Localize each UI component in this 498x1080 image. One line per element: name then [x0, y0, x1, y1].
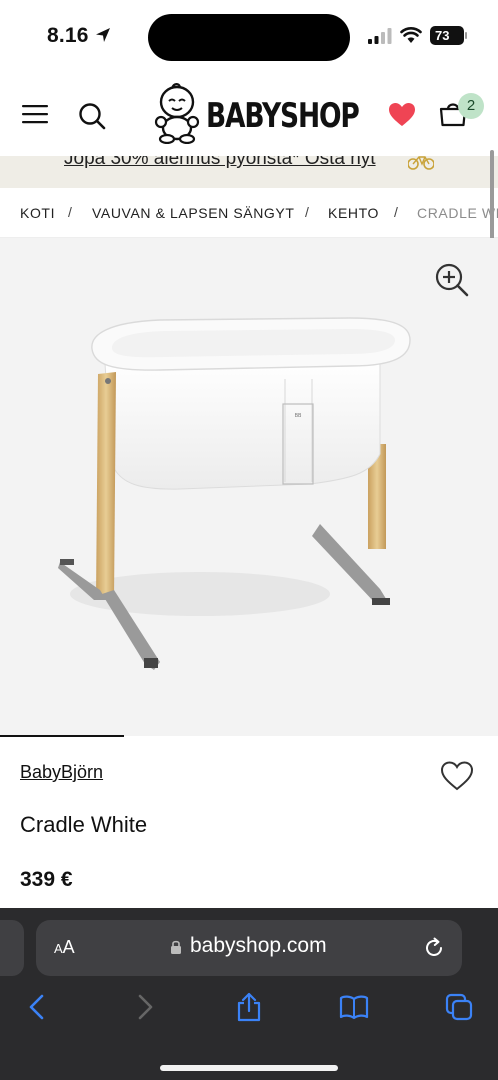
location-arrow-icon [96, 28, 110, 42]
image-carousel-indicator [0, 735, 124, 737]
address-bar[interactable]: AA babyshop.com [36, 920, 462, 976]
promo-banner[interactable]: Jopa 30% alennus pyöristä* Osta nyt [0, 156, 498, 188]
breadcrumb-item-home[interactable]: KOTI [20, 205, 55, 221]
add-to-wishlist-heart-icon[interactable] [440, 760, 474, 792]
breadcrumb-item-current: CRADLE WHITE [417, 205, 498, 221]
back-arrow-icon[interactable] [22, 992, 52, 1022]
zoom-in-icon[interactable] [434, 262, 470, 298]
status-time: 8.16 [47, 24, 89, 47]
breadcrumb-separator: / [68, 204, 72, 220]
promo-text[interactable]: Jopa 30% alennus pyöristä* Osta nyt [64, 156, 376, 170]
product-brand-link[interactable]: BabyBjörn [20, 762, 103, 783]
logo-text: BABYSHOP [206, 96, 360, 136]
forward-arrow-icon[interactable] [130, 992, 160, 1022]
wishlist-heart-icon[interactable] [388, 102, 416, 128]
cellular-signal-icon [368, 28, 392, 44]
dynamic-island [148, 14, 350, 61]
url-text[interactable]: babyshop.com [190, 934, 327, 958]
breadcrumb: KOTI / VAUVAN & LAPSEN SÄNGYT / KEHTO / … [0, 188, 498, 238]
product-title: Cradle White [20, 812, 148, 837]
battery-indicator: 73 [430, 26, 467, 45]
product-price: 339 € [20, 868, 73, 891]
tabs-icon[interactable] [444, 992, 474, 1022]
bookmarks-icon[interactable] [339, 992, 369, 1022]
babyshop-logo[interactable]: BABYSHOP [152, 82, 360, 144]
svg-text:BB: BB [295, 413, 302, 419]
cart-count-badge: 2 [458, 93, 484, 119]
breadcrumb-item-beds[interactable]: VAUVAN & LAPSEN SÄNGYT [92, 205, 295, 221]
cradle-product-photo: BB [58, 317, 411, 670]
breadcrumb-separator: / [394, 204, 398, 220]
lock-icon [171, 940, 181, 954]
site-header: BABYSHOP 2 [0, 70, 498, 156]
wifi-icon [400, 27, 422, 43]
reload-icon[interactable] [422, 936, 446, 960]
browser-toolbar: AA babyshop.com [0, 908, 498, 1080]
bicycle-icon [408, 156, 434, 170]
breadcrumb-separator: / [305, 204, 309, 220]
share-icon[interactable] [234, 992, 264, 1022]
status-bar: 8.16 73 [0, 0, 498, 70]
page-scrollbar[interactable] [490, 150, 494, 240]
breadcrumb-item-cradle[interactable]: KEHTO [328, 205, 379, 221]
home-indicator[interactable] [160, 1065, 338, 1071]
search-icon[interactable] [78, 102, 106, 130]
reader-settings-button[interactable]: AA [54, 937, 75, 958]
product-image-gallery[interactable]: BB [0, 238, 498, 736]
previous-tab-preview[interactable] [0, 920, 24, 976]
baby-mascot-icon [154, 83, 200, 144]
hamburger-menu-icon[interactable] [22, 104, 48, 124]
